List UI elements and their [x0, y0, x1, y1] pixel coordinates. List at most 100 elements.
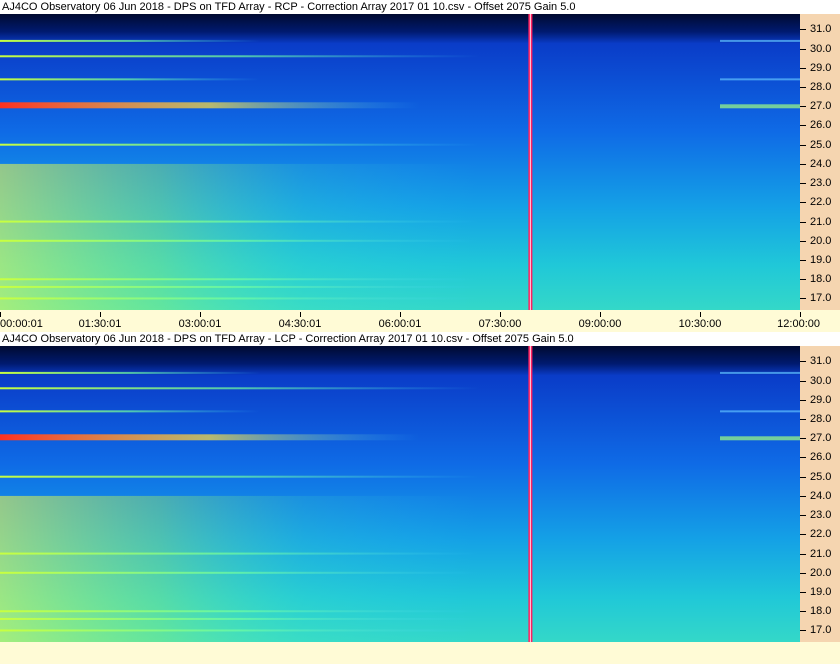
- emission-band-late: [720, 104, 800, 109]
- y-tick-label: 21.0: [810, 215, 832, 228]
- y-tick: [800, 572, 806, 574]
- y-tick-label: 17.0: [810, 292, 832, 305]
- x-tick-label: 09:00:00: [578, 318, 622, 330]
- lcp-spectrogram: [0, 346, 800, 642]
- emission-band: [0, 102, 420, 109]
- x-tick-label: 01:30:01: [78, 318, 122, 330]
- x-tick: [500, 312, 501, 317]
- y-tick: [800, 67, 806, 69]
- y-tick: [800, 221, 806, 223]
- y-tick: [800, 202, 806, 204]
- emission-band-late: [720, 371, 800, 374]
- y-tick-label: 18.0: [810, 273, 832, 286]
- y-tick-label: 20.0: [810, 566, 832, 579]
- emission-band: [0, 410, 260, 413]
- x-tick: [700, 312, 701, 317]
- time-marker-core: [529, 14, 531, 310]
- y-tick-label: 19.0: [810, 586, 832, 599]
- y-tick: [800, 125, 806, 127]
- y-tick: [800, 361, 806, 363]
- y-tick: [800, 611, 806, 613]
- y-tick-label: 21.0: [810, 547, 832, 560]
- emission-band: [0, 297, 480, 300]
- y-tick: [800, 553, 806, 555]
- x-tick-label: 06:00:01: [378, 318, 422, 330]
- y-tick-label: 31.0: [810, 23, 832, 36]
- x-tick: [300, 312, 301, 317]
- lcp-frequency-axis: 31.0 30.0 29.0 28.0 27.0 26.0 25.0 24.0 23.0 22.0…: [800, 346, 840, 642]
- y-tick-label: 24.0: [810, 157, 832, 170]
- emission-band: [0, 143, 480, 146]
- y-tick: [800, 438, 806, 440]
- y-tick: [800, 87, 806, 89]
- y-tick: [800, 380, 806, 382]
- x-tick-label: 04:30:01: [278, 318, 322, 330]
- emission-band: [0, 285, 480, 288]
- emission-band: [0, 55, 480, 58]
- status-strip: [0, 642, 840, 664]
- y-tick-label: 25.0: [810, 138, 832, 151]
- emission-band-late: [720, 436, 800, 441]
- emission-band: [0, 610, 480, 613]
- y-tick-label: 23.0: [810, 177, 832, 190]
- emission-band: [0, 629, 480, 632]
- emission-band-late: [720, 39, 800, 42]
- x-tick: [600, 312, 601, 317]
- y-tick-label: 27.0: [810, 100, 832, 113]
- y-tick-label: 29.0: [810, 393, 832, 406]
- lcp-panel-title: AJ4CO Observatory 06 Jun 2018 - DPS on T…: [0, 332, 840, 346]
- x-tick-label: 12:00:00: [777, 318, 820, 330]
- y-tick: [800, 48, 806, 50]
- x-tick-label: 00:00:01: [0, 318, 43, 330]
- y-tick: [800, 29, 806, 31]
- y-tick: [800, 592, 806, 594]
- y-tick-label: 27.0: [810, 432, 832, 445]
- emission-band: [0, 371, 260, 374]
- emission-band: [0, 552, 480, 555]
- y-tick: [800, 106, 806, 108]
- time-marker-core: [529, 346, 531, 642]
- x-tick: [0, 312, 1, 317]
- low-band-glow: [0, 495, 800, 642]
- emission-band: [0, 571, 480, 574]
- y-tick: [800, 163, 806, 165]
- y-tick: [800, 457, 806, 459]
- y-tick: [800, 495, 806, 497]
- emission-band: [0, 78, 260, 81]
- emission-band: [0, 239, 480, 242]
- y-tick: [800, 298, 806, 300]
- y-tick-label: 30.0: [810, 42, 832, 55]
- emission-band: [0, 617, 480, 620]
- y-tick: [800, 144, 806, 146]
- y-tick: [800, 630, 806, 632]
- emission-band-late: [720, 410, 800, 413]
- y-tick-label: 29.0: [810, 61, 832, 74]
- y-tick-label: 26.0: [810, 451, 832, 464]
- y-tick: [800, 515, 806, 517]
- x-tick: [800, 312, 801, 317]
- y-tick-label: 23.0: [810, 509, 832, 522]
- x-tick-label: 10:30:00: [678, 318, 722, 330]
- emission-band-late: [720, 78, 800, 81]
- emission-band: [0, 387, 480, 390]
- y-tick: [800, 399, 806, 401]
- y-tick-label: 20.0: [810, 234, 832, 247]
- y-tick: [800, 534, 806, 536]
- x-tick-label: 07:30:00: [478, 318, 522, 330]
- emission-band: [0, 475, 480, 478]
- y-tick: [800, 419, 806, 421]
- y-tick: [800, 240, 806, 242]
- emission-band: [0, 220, 480, 223]
- y-tick-label: 28.0: [810, 413, 832, 426]
- y-tick-label: 28.0: [810, 81, 832, 94]
- emission-band: [0, 278, 480, 281]
- y-tick-label: 19.0: [810, 254, 832, 267]
- rcp-panel-title: AJ4CO Observatory 06 Jun 2018 - DPS on T…: [0, 0, 840, 14]
- y-tick-label: 22.0: [810, 528, 832, 541]
- emission-band: [0, 434, 420, 441]
- x-tick: [100, 312, 101, 317]
- x-tick-label: 03:00:01: [178, 318, 222, 330]
- time-axis: 00:00:01 01:30:01 03:00:01 04:30:01 06:00:01…: [0, 312, 840, 332]
- y-tick: [800, 260, 806, 262]
- emission-band: [0, 39, 260, 42]
